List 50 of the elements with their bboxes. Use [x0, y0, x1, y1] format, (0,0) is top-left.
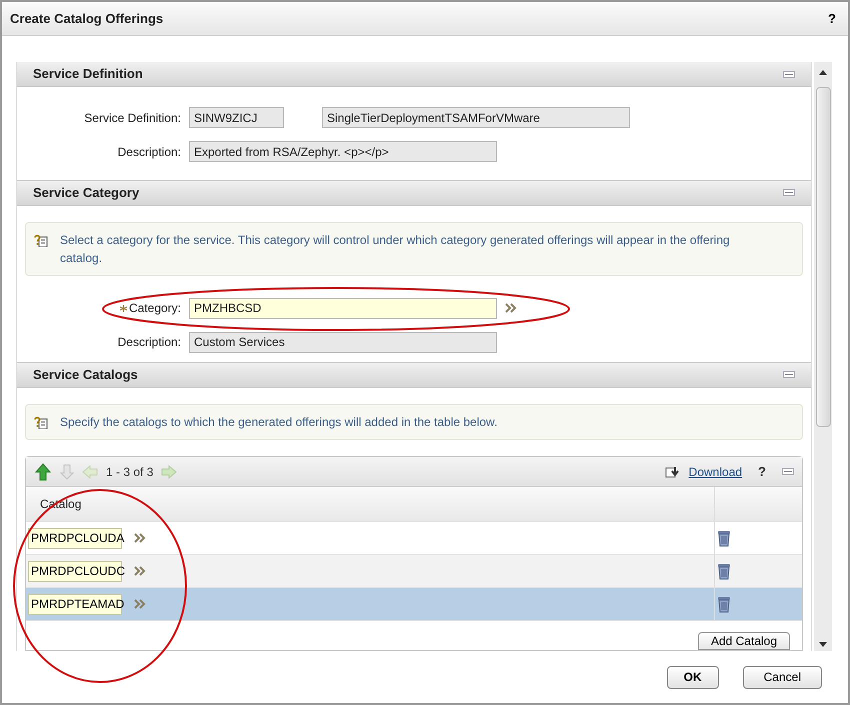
text-field[interactable]: SINW9ZICJ	[189, 107, 284, 128]
catalog-field[interactable]: PMRDPTEAMAD	[28, 594, 122, 615]
dialog-title: Create Catalog Offerings	[10, 10, 164, 28]
section-title: Service Category	[33, 184, 140, 202]
trash-icon[interactable]	[717, 595, 731, 614]
field-label: Service Definition:	[83, 110, 182, 127]
pagination-text: 1 - 3 of 3	[106, 464, 154, 481]
field-label: Category:	[128, 300, 181, 318]
arrow-left-icon	[82, 464, 98, 479]
add-catalog-button[interactable]: Add Catalog	[698, 632, 790, 650]
collapse-icon[interactable]	[783, 371, 795, 378]
collapse-icon[interactable]	[783, 70, 795, 78]
arrow-right-icon	[161, 464, 178, 479]
catalog-field[interactable]: PMRDPCLOUDA	[28, 528, 122, 549]
scroll-thumb[interactable]	[816, 87, 830, 427]
lookup-icon[interactable]	[134, 533, 147, 544]
text-field[interactable]: Exported from RSA/Zephyr. <p></p>	[189, 141, 497, 162]
ok-button[interactable]: OK	[666, 666, 719, 688]
collapse-icon[interactable]	[782, 468, 794, 476]
section-title: Service Definition	[33, 65, 143, 84]
info-text: Specify the catalogs to which the generated offerings will added in the table below.	[60, 414, 498, 432]
table-row[interactable]: PMRDPTEAMAD	[26, 587, 802, 620]
arrow-up-icon[interactable]	[34, 462, 52, 481]
arrow-down-icon	[60, 464, 74, 480]
cancel-button[interactable]: Cancel	[742, 666, 822, 688]
table-row[interactable]: PMRDPCLOUDC	[26, 554, 802, 588]
scroll-up-icon[interactable]	[819, 70, 827, 75]
text-field[interactable]: SingleTierDeploymentTSAMForVMware	[322, 107, 630, 128]
help-note-icon	[34, 415, 48, 430]
help-button[interactable]: ?	[824, 8, 840, 28]
field-label: Description:	[116, 334, 182, 352]
trash-icon[interactable]	[717, 562, 731, 580]
field-label: Description:	[116, 144, 182, 161]
lookup-icon[interactable]	[134, 566, 147, 576]
download-icon[interactable]	[664, 464, 681, 479]
scroll-down-icon[interactable]	[819, 642, 827, 647]
text-field[interactable]: Custom Services	[189, 332, 497, 353]
lookup-icon[interactable]	[505, 303, 518, 314]
download-link[interactable]: Download	[688, 462, 742, 481]
section-title: Service Catalogs	[33, 366, 138, 384]
info-text: Select a category for the service. This category will control under which category generated offerings will appear in the offering catalog.	[60, 232, 731, 267]
help-note-icon	[34, 232, 48, 247]
lookup-icon[interactable]	[134, 599, 147, 610]
scrollbar[interactable]	[814, 62, 832, 651]
collapse-icon[interactable]	[783, 189, 795, 196]
trash-icon[interactable]	[717, 529, 731, 548]
category-field[interactable]: PMZHBCSD	[189, 298, 497, 319]
help-button[interactable]: ?	[750, 462, 774, 482]
catalog-field[interactable]: PMRDPCLOUDC	[28, 560, 122, 582]
table-row[interactable]: PMRDPCLOUDA	[26, 521, 802, 554]
